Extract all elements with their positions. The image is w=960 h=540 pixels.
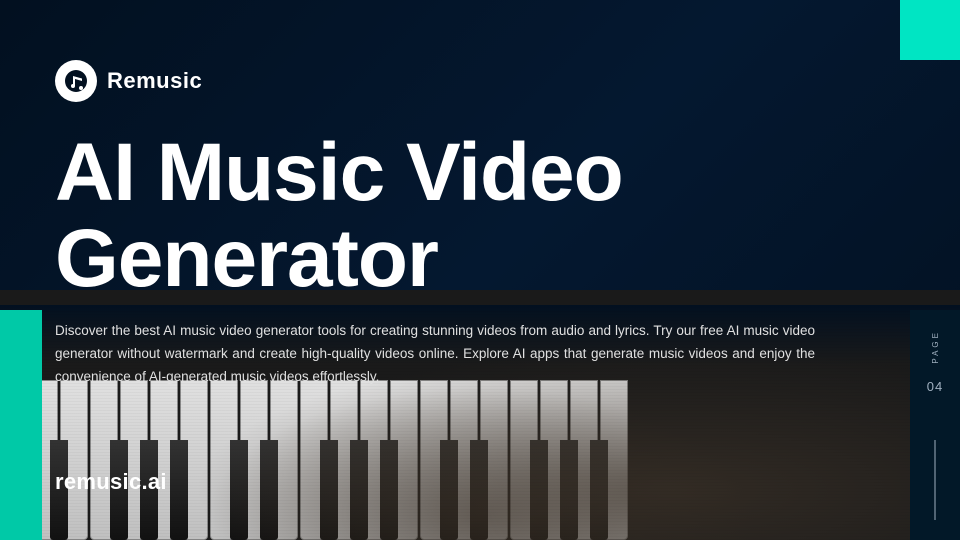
teal-corner-accent — [900, 0, 960, 60]
left-accent-bar — [0, 310, 42, 540]
page-title: AI Music Video Generator — [55, 130, 715, 302]
main-heading-container: AI Music Video Generator — [55, 130, 715, 302]
page-container: Remusic AI Music Video Generator — [0, 0, 960, 540]
page-label: PAGE — [931, 330, 940, 364]
description-area: Discover the best AI music video generat… — [55, 320, 815, 389]
description-text: Discover the best AI music video generat… — [55, 320, 815, 389]
website-url-text[interactable]: remusic.ai — [55, 469, 167, 494]
logo-icon — [55, 60, 97, 102]
header: Remusic — [55, 60, 202, 102]
page-indicator: PAGE 04 — [910, 310, 960, 540]
brand-name: Remusic — [107, 68, 202, 94]
page-number: 04 — [927, 379, 943, 394]
page-line — [935, 440, 936, 520]
website-url-container[interactable]: remusic.ai — [55, 469, 167, 495]
